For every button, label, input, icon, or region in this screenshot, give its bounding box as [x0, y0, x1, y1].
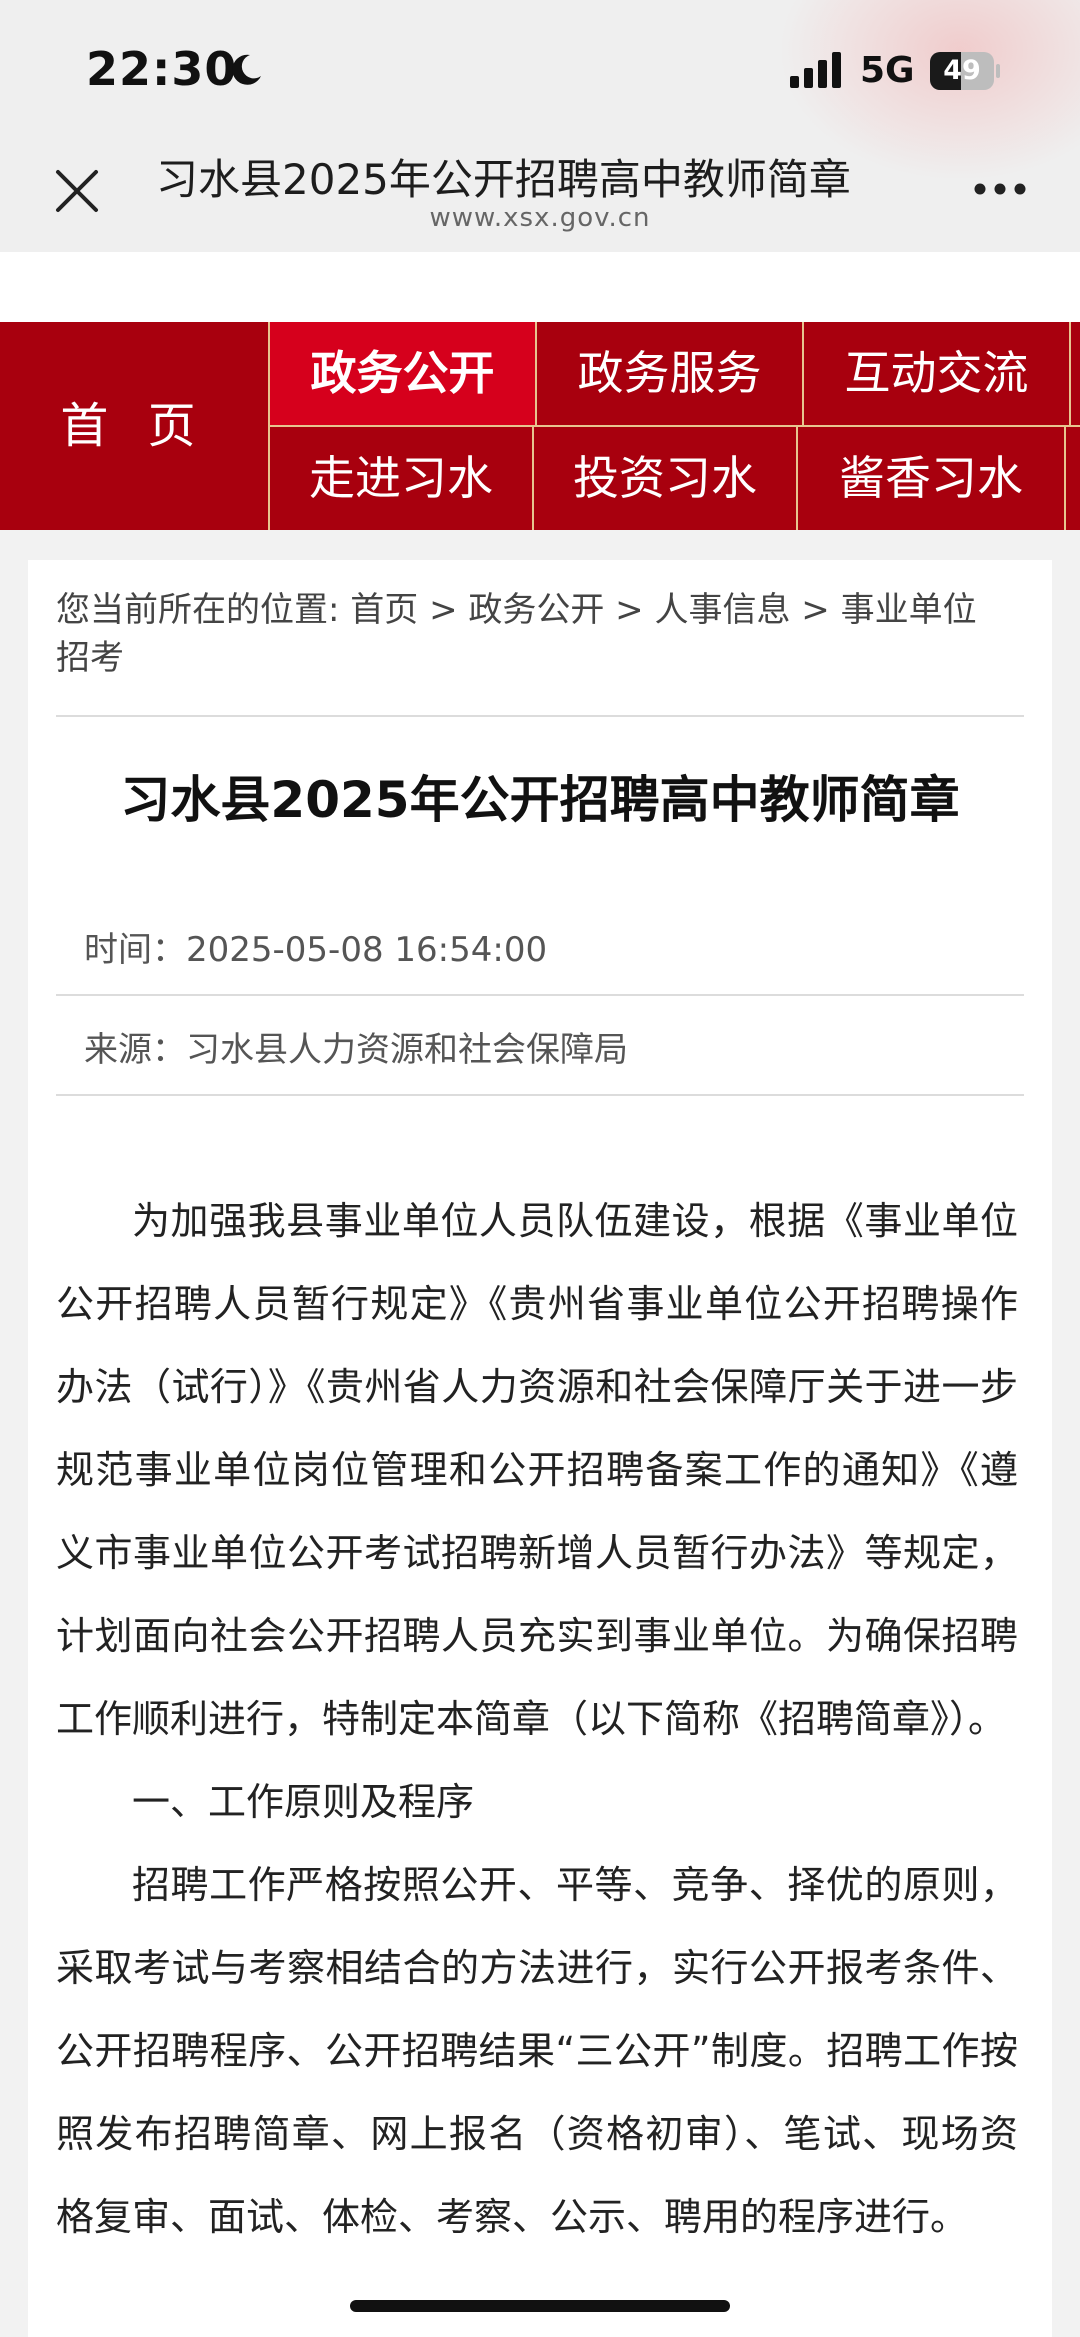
more-icon[interactable] [972, 180, 1028, 198]
time-value: 2025-05-08 16:54:00 [186, 930, 548, 970]
article-source: 来源：习水县人力资源和社会保障局 [84, 1022, 1024, 1071]
network-label: 5G [860, 50, 915, 91]
page-domain: www.xsx.gov.cn [429, 203, 651, 233]
breadcrumb-divider [56, 715, 1024, 717]
nav-item-touzi-xishui[interactable]: 投资习水 [534, 427, 796, 530]
nav-item-zhengwu-gongkai[interactable]: 政务公开 [270, 322, 535, 425]
article-paragraph: 招聘工作严格按照公开、平等、竞争、择优的原则，采取考试与考察相结合的方法进行，实… [56, 1863, 1018, 2239]
breadcrumb: 您当前所在的位置: 首页 > 政务公开 > 人事信息 > 事业单位招考 [56, 586, 1006, 682]
article-body: 为加强我县事业单位人员队伍建设，根据《事业单位公开招聘人员暂行规定》《贵州省事业… [56, 1180, 1018, 2259]
page-title: 习水县2025年公开招聘高中教师简章 [156, 155, 851, 204]
article-time: 时间：2025-05-08 16:54:00 [84, 922, 1024, 971]
source-label: 来源： [84, 1030, 186, 1070]
home-indicator[interactable] [350, 2300, 730, 2312]
breadcrumb-zhengwu-gongkai[interactable]: 政务公开 [468, 590, 604, 630]
breadcrumb-separator: > [418, 590, 469, 630]
nav-divider [1069, 322, 1071, 425]
article-title: 习水县2025年公开招聘高中教师简章 [120, 771, 960, 829]
nav-item-hudong-jiaoliu[interactable]: 互动交流 [804, 322, 1069, 425]
article-paragraph: 为加强我县事业单位人员队伍建设，根据《事业单位公开招聘人员暂行规定》《贵州省事业… [56, 1199, 1018, 1741]
section-heading: 一、工作原则及程序 [132, 1780, 475, 1824]
nav-item-jiangxiang-xishui[interactable]: 酱香习水 [798, 427, 1064, 530]
signal-icon [790, 52, 841, 88]
nav-home[interactable]: 首 页 [0, 322, 268, 530]
nav-divider [270, 425, 1080, 427]
nav-item-zhengwu-fuwu[interactable]: 政务服务 [537, 322, 802, 425]
nav-divider [532, 427, 534, 530]
battery-icon: 49 [930, 52, 1000, 90]
nav-divider [535, 322, 537, 425]
breadcrumb-renshi-xinxi[interactable]: 人事信息 [654, 590, 790, 630]
browser-top-bar: 22:30 5G 49 习水县2025年公开招聘高中教师简章 www.xsx.g… [0, 0, 1080, 252]
article-card: 您当前所在的位置: 首页 > 政务公开 > 人事信息 > 事业单位招考 习水县2… [28, 560, 1052, 2337]
nav-divider [1064, 427, 1066, 530]
breadcrumb-home[interactable]: 首页 [350, 590, 418, 630]
nav-divider [796, 427, 798, 530]
nav-divider [802, 322, 804, 425]
breadcrumb-separator: > [790, 590, 841, 630]
meta-divider [56, 1094, 1024, 1096]
status-time: 22:30 [86, 42, 238, 96]
battery-level: 49 [943, 55, 981, 86]
breadcrumb-prefix: 您当前所在的位置: [56, 590, 351, 630]
source-value: 习水县人力资源和社会保障局 [186, 1030, 628, 1070]
header-spacer [0, 252, 1080, 322]
main-nav: 首 页 政务公开 政务服务 互动交流 走进习水 投资习水 酱香习水 [0, 322, 1080, 530]
moon-icon [232, 54, 261, 85]
nav-item-zoujin-xishui[interactable]: 走进习水 [270, 427, 532, 530]
time-label: 时间： [84, 930, 186, 970]
breadcrumb-separator: > [604, 590, 655, 630]
meta-divider [56, 994, 1024, 996]
